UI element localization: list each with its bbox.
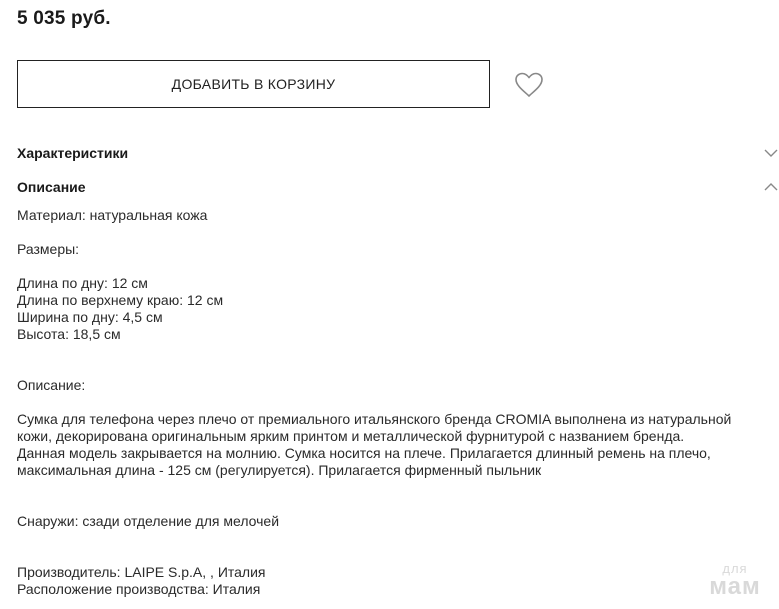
desc-line: Ширина по дну: 4,5 см bbox=[17, 309, 163, 325]
chevron-up-icon[interactable] bbox=[763, 180, 779, 192]
desc-blank bbox=[17, 530, 773, 547]
characteristics-title: Характеристики bbox=[17, 145, 129, 161]
desc-line: Длина по верхнему краю: 12 см bbox=[17, 292, 224, 308]
watermark-line-2: мам bbox=[709, 573, 761, 600]
desc-blank bbox=[17, 394, 773, 411]
chevron-down-icon[interactable] bbox=[763, 146, 779, 158]
add-to-cart-button[interactable]: ДОБАВИТЬ В КОРЗИНУ bbox=[17, 60, 490, 108]
characteristics-accordion-header[interactable]: Характеристики bbox=[17, 143, 779, 163]
desc-line: максимальная длина - 125 см (регулируетс… bbox=[17, 462, 542, 478]
desc-line: Описание: bbox=[17, 377, 86, 393]
description-content: Материал: натуральная кожа Размеры: Длин… bbox=[17, 207, 773, 598]
description-accordion-header[interactable]: Описание bbox=[17, 177, 779, 197]
product-price: 5 035 руб. bbox=[17, 8, 111, 29]
desc-blank bbox=[17, 343, 773, 360]
description-title: Описание bbox=[17, 179, 86, 195]
desc-blank bbox=[17, 479, 773, 496]
desc-blank bbox=[17, 360, 773, 377]
desc-line: Высота: 18,5 см bbox=[17, 326, 121, 342]
desc-line: Размеры: bbox=[17, 241, 80, 257]
desc-blank bbox=[17, 496, 773, 513]
desc-line: кожи, декорирована оригинальным ярким пр… bbox=[17, 428, 685, 444]
desc-line: Длина по дну: 12 см bbox=[17, 275, 148, 291]
site-watermark-logo: для мам bbox=[705, 562, 765, 599]
desc-line: Снаружи: сзади отделение для мелочей bbox=[17, 513, 280, 529]
wishlist-heart-icon[interactable] bbox=[513, 71, 545, 99]
desc-line: Производитель: LAIPE S.p.A, , Италия bbox=[17, 564, 266, 580]
desc-line: Данная модель закрывается на молнию. Сум… bbox=[17, 445, 711, 461]
desc-blank bbox=[17, 258, 773, 275]
desc-line: Материал: натуральная кожа bbox=[17, 207, 208, 223]
desc-blank bbox=[17, 224, 773, 241]
desc-line: Сумка для телефона через плечо от премиа… bbox=[17, 411, 732, 427]
desc-blank bbox=[17, 547, 773, 564]
desc-line: Расположение производства: Италия bbox=[17, 581, 261, 597]
